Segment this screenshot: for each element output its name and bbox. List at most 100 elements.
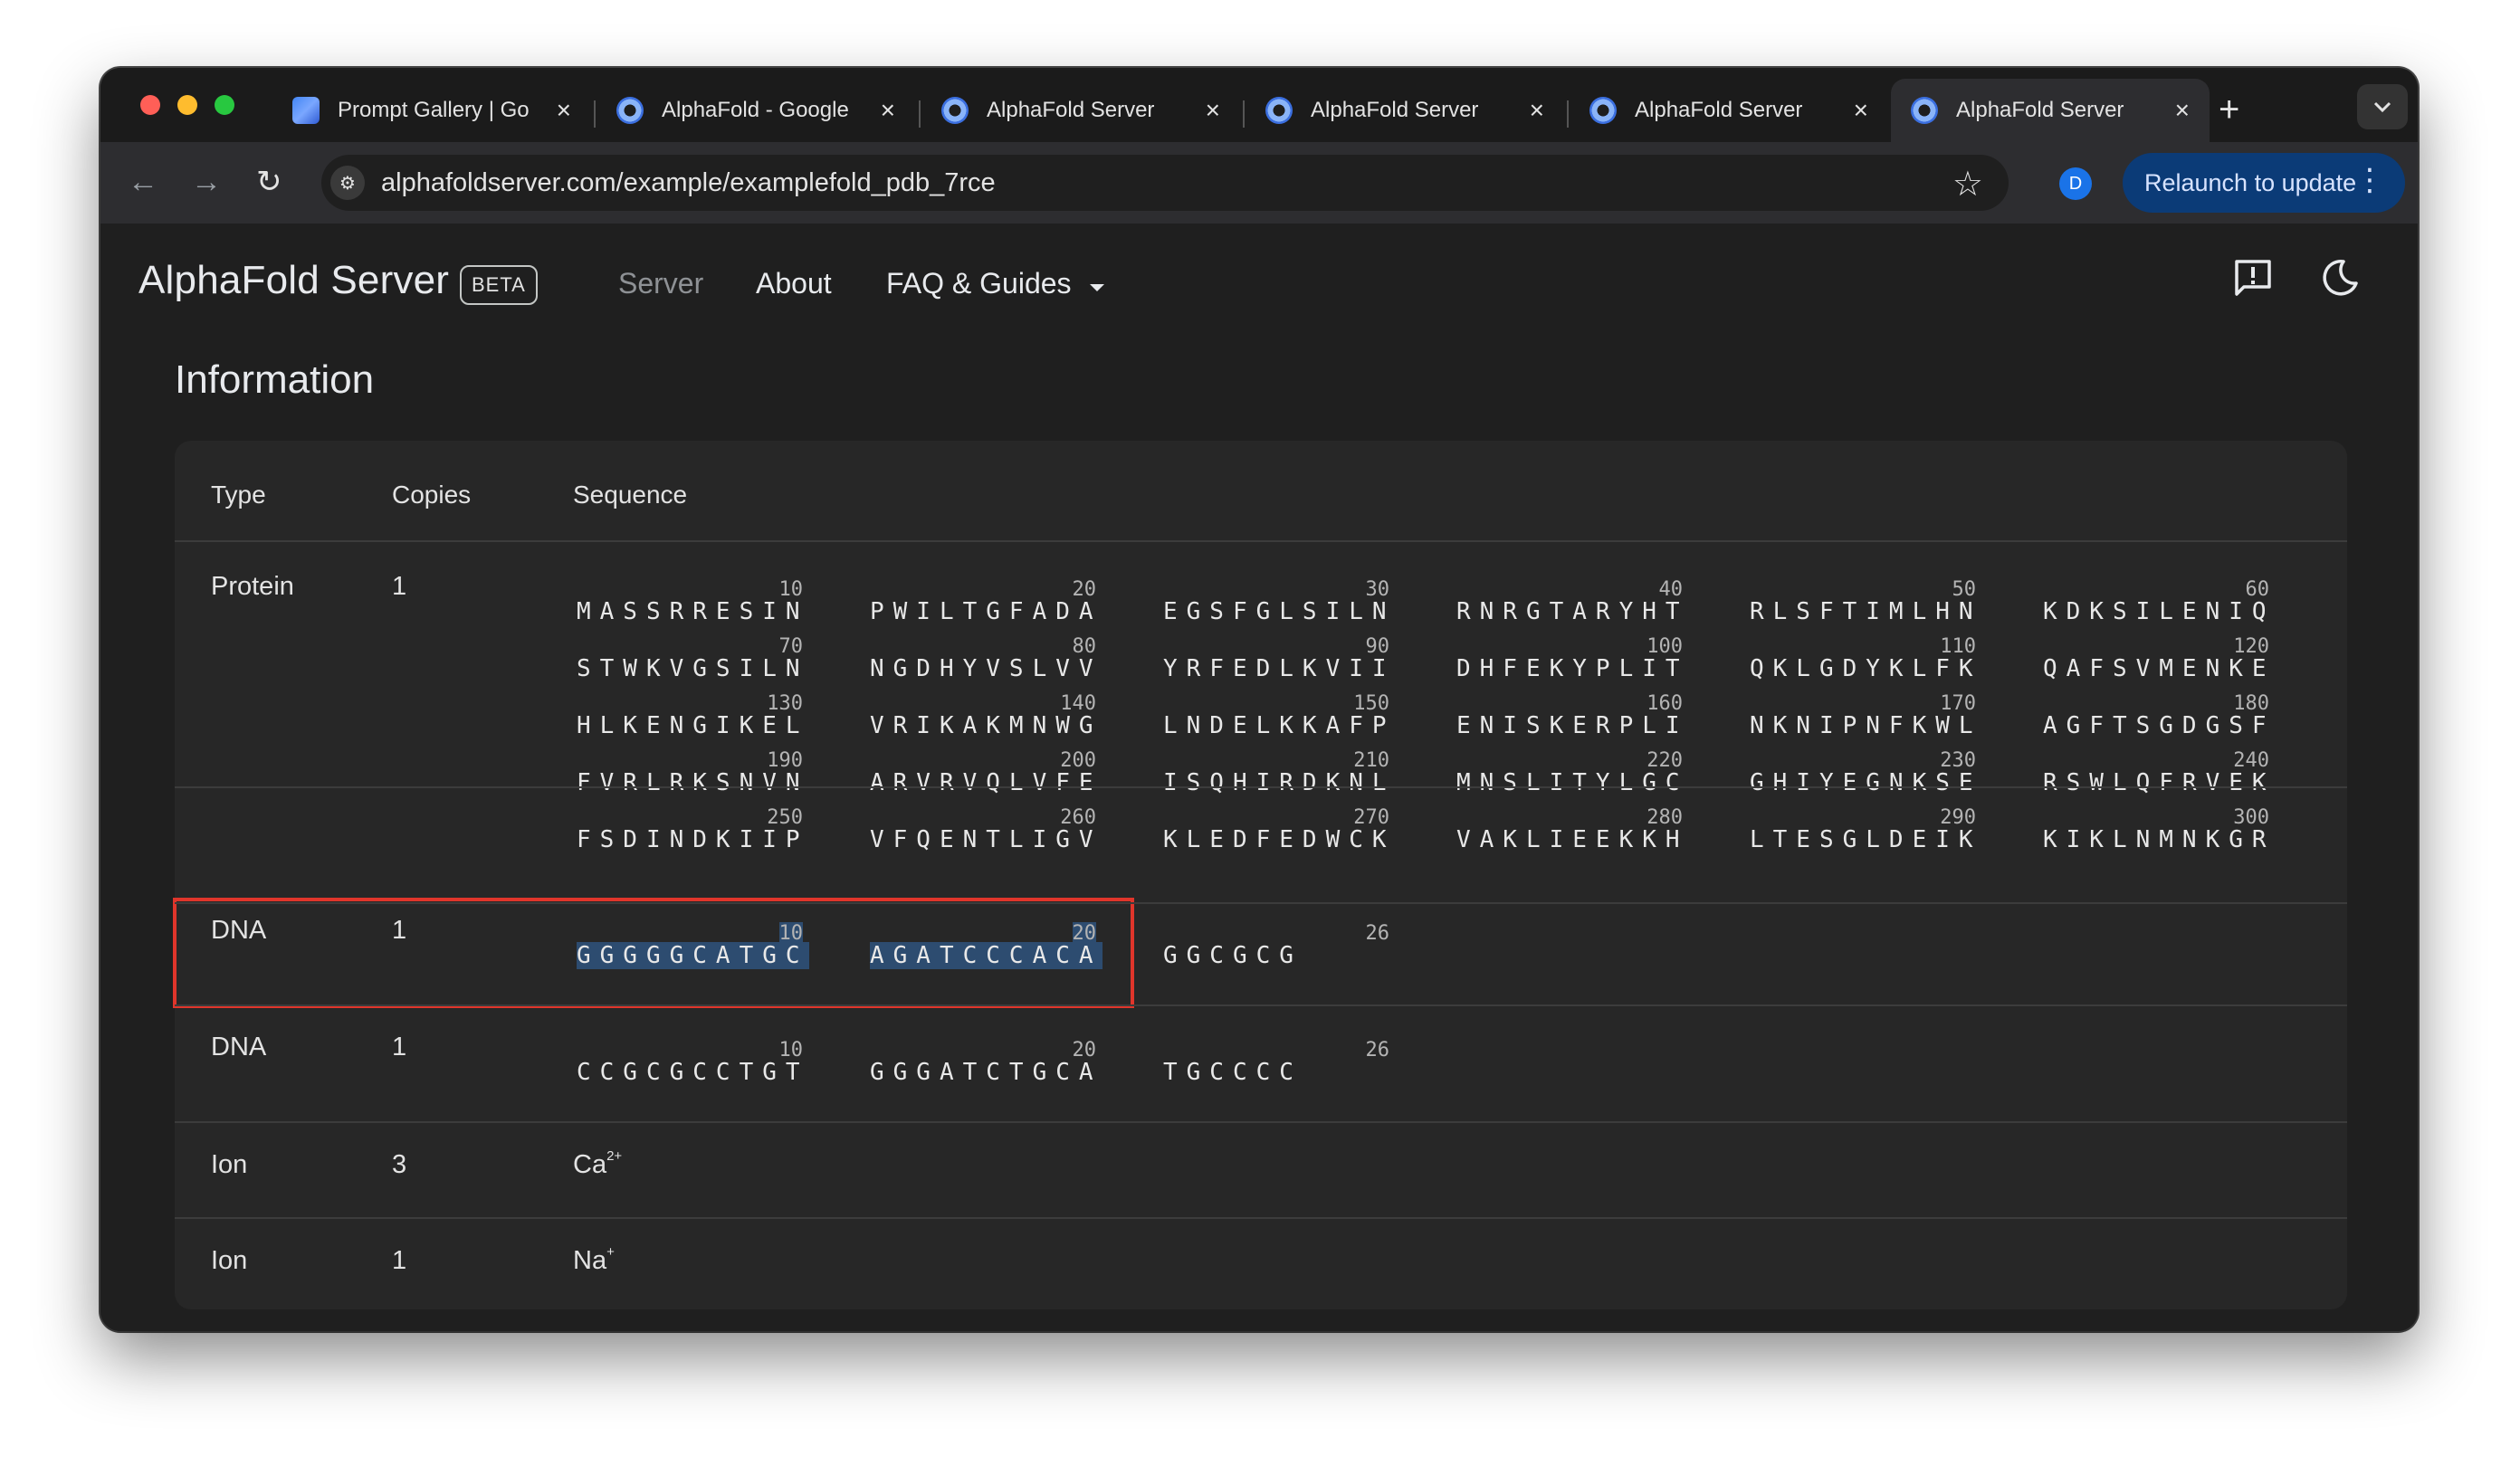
- entity-copies: 1: [392, 572, 407, 601]
- residue-letters: LNDELKKAFP: [1163, 712, 1396, 739]
- relaunch-to-update-button[interactable]: Relaunch to update ⋮: [2123, 153, 2405, 213]
- residue-letters-text: PWILTGFADA: [870, 598, 1102, 625]
- residue-letters: LTESGLDEIK: [1750, 826, 1982, 853]
- close-window-button[interactable]: [140, 95, 160, 115]
- residue-letters-text: FVRLRKSNVN: [577, 769, 809, 796]
- alphafold-favicon-icon: [616, 97, 644, 124]
- maximize-window-button[interactable]: [215, 95, 234, 115]
- tab-strip: Prompt Gallery | Go × AlphaFold - Google…: [100, 68, 2418, 142]
- beta-badge: BETA: [460, 265, 538, 305]
- tab-separator: [1567, 100, 1569, 128]
- tab-search-button[interactable]: [2357, 84, 2408, 129]
- residue-letters-text: KDKSILENIQ: [2043, 598, 2276, 625]
- residue-letters-text: GGGATCTGCA: [870, 1059, 1102, 1086]
- tab-alphafold-google[interactable]: AlphaFold - Google ×: [597, 79, 915, 142]
- row-divider: [175, 902, 2347, 904]
- more-menu-icon[interactable]: ⋮: [2354, 162, 2385, 198]
- row-divider: [175, 1217, 2347, 1219]
- tab-alphafold-server[interactable]: AlphaFold Server ×: [1570, 79, 1888, 142]
- residue-letters: VFQENTLIGV: [870, 826, 1102, 853]
- ion-calcium: Ca2+: [573, 1148, 623, 1180]
- minimize-window-button[interactable]: [177, 95, 197, 115]
- residue-letters-text: YRFEDLKVII: [1163, 655, 1396, 682]
- residue-index-text: 26: [1365, 922, 1390, 945]
- close-tab-icon[interactable]: ×: [557, 96, 571, 125]
- residue-letters-text: ISQHIRDKNL: [1163, 769, 1396, 796]
- residue-letters: STWKVGSILN: [577, 655, 809, 682]
- nav-about[interactable]: About: [756, 265, 832, 301]
- nav-server[interactable]: Server: [618, 265, 703, 301]
- tab-separator: [919, 100, 921, 128]
- alphafold-favicon-icon: [1911, 97, 1938, 124]
- relaunch-label: Relaunch to update: [2144, 168, 2357, 196]
- address-bar[interactable]: ⚙ alphafoldserver.com/example/examplefol…: [321, 155, 2009, 211]
- residue-letters: GHIYEGNKSE: [1750, 769, 1982, 796]
- residue-letters-text: AGFTSGDGSF: [2043, 712, 2276, 739]
- close-tab-icon[interactable]: ×: [1206, 96, 1220, 125]
- back-icon[interactable]: ←: [128, 164, 158, 200]
- residue-letters-text: STWKVGSILN: [577, 655, 809, 682]
- forward-icon[interactable]: →: [191, 164, 222, 200]
- tab-alphafold-server[interactable]: AlphaFold Server ×: [1246, 79, 1564, 142]
- residue-letters: FVRLRKSNVN: [577, 769, 809, 796]
- ion-charge: 2+: [606, 1148, 623, 1164]
- nav-faq-guides[interactable]: FAQ & Guides: [886, 265, 1106, 301]
- alphafold-favicon-icon: [1265, 97, 1293, 124]
- residue-letters-text: QKLGDYKLFK: [1750, 655, 1982, 682]
- residue-letters: NGDHYVSLVV: [870, 655, 1102, 682]
- residue-letters: RNRGTARYHT: [1456, 598, 1689, 625]
- browser-window: Prompt Gallery | Go × AlphaFold - Google…: [100, 68, 2418, 1331]
- tab-title: AlphaFold Server: [987, 98, 1155, 122]
- residue-letters-text: HLKENGIKEL: [577, 712, 809, 739]
- residue-letters: RSWLQFRVEK: [2043, 769, 2276, 796]
- residue-letters-text: GGCGCG: [1163, 942, 1303, 969]
- entity-type: Protein: [211, 572, 294, 601]
- site-info-icon[interactable]: ⚙: [330, 166, 365, 200]
- residue-letters: ARVRVQLVFE: [870, 769, 1102, 796]
- reload-icon[interactable]: ↻: [256, 164, 282, 200]
- close-tab-icon[interactable]: ×: [881, 96, 895, 125]
- new-tab-icon[interactable]: +: [2219, 88, 2239, 131]
- residue-letters-text: NGDHYVSLVV: [870, 655, 1102, 682]
- tab-alphafold-server[interactable]: AlphaFold Server ×: [921, 79, 1240, 142]
- header-sequence: Sequence: [573, 481, 688, 509]
- tab-title: AlphaFold Server: [1956, 98, 2124, 122]
- entity-copies: 3: [392, 1150, 407, 1179]
- residue-letters: TGCCCC: [1163, 1059, 1303, 1086]
- close-tab-icon[interactable]: ×: [2175, 96, 2190, 125]
- residue-letters: VAKLIEEKKH: [1456, 826, 1689, 853]
- bookmark-star-icon[interactable]: ☆: [1952, 164, 1983, 205]
- selection-highlight-box: [173, 898, 1134, 1008]
- residue-letters-text: QAFSVMENKE: [2043, 655, 2276, 682]
- residue-letters: KDKSILENIQ: [2043, 598, 2276, 625]
- residue-letters-text: VFQENTLIGV: [870, 826, 1102, 853]
- residue-letters-text: MNSLITYLGC: [1456, 769, 1689, 796]
- dark-mode-icon[interactable]: [2318, 256, 2362, 300]
- residue-letters: PWILTGFADA: [870, 598, 1102, 625]
- residue-letters: MASSRRESIN: [577, 598, 809, 625]
- residue-letters-text: VAKLIEEKKH: [1456, 826, 1689, 853]
- residue-letters: FSDINDKIIP: [577, 826, 809, 853]
- residue-letters: ENISKERPLI: [1456, 712, 1689, 739]
- residue-letters: KLEDFEDWCK: [1163, 826, 1396, 853]
- tab-alphafold-server-active[interactable]: AlphaFold Server ×: [1891, 79, 2210, 142]
- close-tab-icon[interactable]: ×: [1854, 96, 1868, 125]
- ion-sodium: Na+: [573, 1244, 615, 1276]
- row-divider: [175, 1004, 2347, 1006]
- close-tab-icon[interactable]: ×: [1530, 96, 1544, 125]
- feedback-icon[interactable]: [2231, 256, 2275, 300]
- brand-title[interactable]: AlphaFold Server: [138, 258, 449, 303]
- entity-type: Ion: [211, 1150, 248, 1179]
- residue-letters-text: ENISKERPLI: [1456, 712, 1689, 739]
- chevron-down-icon: [2373, 101, 2391, 113]
- profile-avatar[interactable]: D: [2059, 167, 2092, 200]
- residue-index-text: 26: [1365, 1039, 1390, 1061]
- row-divider: [175, 1121, 2347, 1123]
- tab-prompt-gallery[interactable]: Prompt Gallery | Go ×: [272, 79, 591, 142]
- residue-letters: QKLGDYKLFK: [1750, 655, 1982, 682]
- residue-letters-text: FSDINDKIIP: [577, 826, 809, 853]
- tab-separator: [594, 100, 596, 128]
- residue-letters-text: RLSFTIMLHN: [1750, 598, 1982, 625]
- tab-title: AlphaFold - Google: [662, 98, 849, 122]
- url-text: alphafoldserver.com/example/examplefold_…: [381, 167, 996, 197]
